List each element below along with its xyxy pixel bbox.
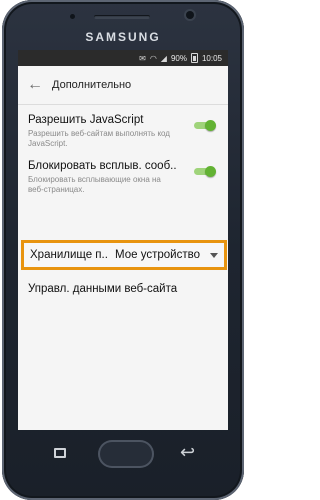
page-title: Дополнительно bbox=[52, 79, 132, 91]
back-arrow-icon[interactable]: ← bbox=[18, 76, 52, 94]
storage-label: Хранилище п.. bbox=[30, 249, 108, 261]
battery-icon bbox=[190, 53, 198, 63]
screen: ✉ ◠ ◢ 90% 10:05 ← Дополнительно Разрешит… bbox=[18, 50, 228, 430]
setting-popups[interactable]: Блокировать всплыв. сооб.. Блокировать в… bbox=[18, 149, 228, 195]
clock: 10:05 bbox=[201, 53, 222, 63]
wifi-icon: ◠ bbox=[149, 53, 157, 63]
earpiece-speaker bbox=[94, 15, 150, 19]
setting-javascript-subtitle: Разрешить веб-сайтам выполнять код JavaS… bbox=[28, 129, 170, 148]
javascript-toggle[interactable] bbox=[194, 120, 216, 131]
toolbar: ← Дополнительно bbox=[18, 66, 228, 105]
storage-value[interactable]: Мое устройство bbox=[115, 249, 200, 261]
nfc-icon: ✉ bbox=[139, 53, 146, 63]
back-button-icon[interactable]: ↩ bbox=[180, 442, 195, 463]
toggle-thumb bbox=[205, 166, 216, 177]
brand-logo: SAMSUNG bbox=[85, 30, 161, 44]
storage-setting[interactable]: Хранилище п.. Мое устройство bbox=[21, 240, 227, 270]
setting-javascript-title: Разрешить JavaScript bbox=[28, 114, 144, 126]
setting-popups-subtitle: Блокировать всплывающие окна на веб-стра… bbox=[28, 175, 161, 194]
dropdown-caret-icon[interactable] bbox=[210, 252, 218, 258]
recent-apps-icon[interactable] bbox=[54, 448, 66, 458]
front-camera bbox=[186, 11, 194, 19]
popups-toggle[interactable] bbox=[194, 166, 216, 177]
home-button[interactable] bbox=[98, 440, 154, 468]
proximity-sensor bbox=[70, 14, 75, 19]
setting-javascript[interactable]: Разрешить JavaScript Разрешить веб-сайта… bbox=[18, 105, 228, 149]
battery-percent: 90% bbox=[170, 53, 187, 63]
toggle-thumb bbox=[205, 120, 216, 131]
manage-site-data[interactable]: Управл. данными веб-сайта bbox=[28, 283, 177, 295]
setting-popups-title: Блокировать всплыв. сооб.. bbox=[28, 160, 177, 172]
phone-frame: SAMSUNG ✉ ◠ ◢ 90% 10:05 ← Дополнительно … bbox=[2, 0, 244, 500]
signal-icon: ◢ bbox=[160, 53, 167, 63]
status-bar: ✉ ◠ ◢ 90% 10:05 bbox=[18, 50, 228, 66]
